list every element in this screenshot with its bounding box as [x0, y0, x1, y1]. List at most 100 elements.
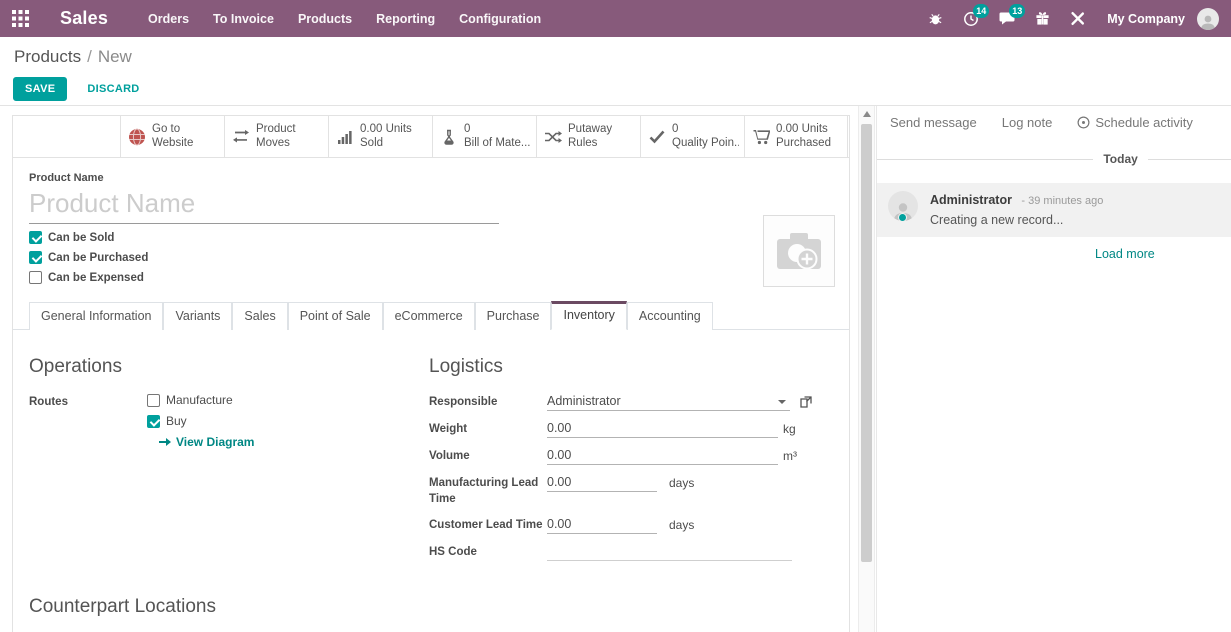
responsible-row: Responsible	[429, 393, 833, 411]
menu-products[interactable]: Products	[286, 0, 364, 37]
send-message-button[interactable]: Send message	[890, 115, 977, 130]
volume-row: Volume m³	[429, 447, 833, 465]
rewards-button[interactable]	[1025, 0, 1060, 37]
scrollbar-up-arrow[interactable]	[863, 111, 871, 117]
debug-button[interactable]	[918, 0, 953, 37]
apps-menu-button[interactable]	[0, 10, 42, 27]
breadcrumb-products-link[interactable]: Products	[14, 47, 81, 66]
control-panel: Products/New SAVE DISCARD	[0, 37, 1231, 106]
units-purchased-button[interactable]: 0.00 UnitsPurchased	[744, 116, 848, 157]
menu-orders[interactable]: Orders	[136, 0, 201, 37]
load-more-link[interactable]: Load more	[1095, 247, 1155, 261]
company-switcher[interactable]: My Company	[1095, 12, 1197, 26]
log-note-button[interactable]: Log note	[1002, 115, 1053, 130]
can-be-expensed-checkbox[interactable]	[29, 271, 42, 284]
messages-button[interactable]: 13	[989, 0, 1025, 37]
inventory-tab-content: Operations Routes Manufacture Buy	[13, 330, 849, 570]
manufacture-checkbox[interactable]	[147, 394, 160, 407]
manufacture-row: Manufacture	[147, 393, 254, 407]
volume-unit: m³	[783, 449, 797, 463]
tab-ecommerce[interactable]: eCommerce	[383, 302, 475, 330]
menu-reporting[interactable]: Reporting	[364, 0, 447, 37]
top-navbar: Sales Orders To Invoice Products Reporti…	[0, 0, 1231, 37]
quality-points-button[interactable]: 0Quality Poin...	[640, 116, 744, 157]
operations-section: Operations Routes Manufacture Buy	[29, 356, 421, 570]
tab-variants[interactable]: Variants	[163, 302, 232, 330]
shuffle-icon	[542, 130, 564, 144]
schedule-activity-button[interactable]: Schedule activity	[1077, 115, 1193, 130]
tab-inventory[interactable]: Inventory	[551, 301, 626, 330]
routes-row: Routes Manufacture Buy	[29, 393, 421, 449]
can-be-sold-checkbox[interactable]	[29, 231, 42, 244]
flask-icon	[438, 129, 460, 145]
product-image-upload[interactable]	[763, 215, 835, 287]
weight-input[interactable]	[547, 420, 778, 438]
logistics-section: Logistics Responsible	[429, 356, 833, 570]
tab-accounting[interactable]: Accounting	[627, 302, 713, 330]
bill-of-materials-button[interactable]: 0Bill of Mate...	[432, 116, 536, 157]
customer-lead-time-label: Customer Lead Time	[429, 516, 547, 534]
discard-button[interactable]: DISCARD	[75, 78, 151, 100]
can-be-sold-row: Can be Sold	[29, 231, 833, 244]
control-panel-buttons: SAVE DISCARD	[13, 77, 152, 101]
tools-button[interactable]	[1060, 0, 1095, 37]
schedule-clock-icon	[1077, 116, 1090, 129]
hs-code-input[interactable]	[547, 543, 792, 561]
putaway-rules-button[interactable]: PutawayRules	[536, 116, 640, 157]
tab-purchase[interactable]: Purchase	[475, 302, 552, 330]
menu-configuration[interactable]: Configuration	[447, 0, 553, 37]
buy-checkbox[interactable]	[147, 415, 160, 428]
stat-button-label: 0Bill of Mate...	[464, 123, 530, 151]
user-menu-avatar[interactable]	[1197, 8, 1219, 30]
bug-icon	[928, 11, 943, 26]
hs-code-label: HS Code	[429, 543, 547, 561]
product-moves-button[interactable]: ProductMoves	[224, 116, 328, 157]
tab-point-of-sale[interactable]: Point of Sale	[288, 302, 383, 330]
form-sheet: Go toWebsite ProductMoves	[12, 115, 850, 632]
counterpart-heading: Counterpart Locations	[29, 596, 833, 618]
online-status-dot	[898, 213, 907, 222]
product-name-input[interactable]	[29, 186, 499, 224]
stat-button-label: ProductMoves	[256, 123, 296, 151]
external-link-icon[interactable]	[800, 396, 812, 408]
units-sold-button[interactable]: 0.00 UnitsSold	[328, 116, 432, 157]
arrow-right-icon	[159, 437, 171, 447]
user-avatar-icon	[1199, 14, 1217, 30]
apps-grid-icon	[12, 10, 29, 27]
chatter-actions: Send message Log note Schedule activity	[877, 106, 1231, 130]
main-menu: Orders To Invoice Products Reporting Con…	[136, 0, 553, 37]
menu-to-invoice[interactable]: To Invoice	[201, 0, 286, 37]
counterpart-locations-section: Counterpart Locations Production Locatio…	[13, 570, 849, 632]
go-to-website-button[interactable]: Go toWebsite	[120, 116, 224, 157]
cart-icon	[750, 129, 772, 145]
responsible-label: Responsible	[429, 393, 547, 411]
customer-lead-time-input[interactable]	[547, 516, 657, 534]
product-header: Product Name Can be Sold Can be Purchase…	[13, 158, 849, 284]
save-button[interactable]: SAVE	[13, 77, 67, 101]
view-diagram-link[interactable]: View Diagram	[159, 435, 254, 449]
stat-button-box: Go toWebsite ProductMoves	[13, 116, 849, 158]
main-content: Go toWebsite ProductMoves	[0, 106, 1231, 632]
volume-input[interactable]	[547, 447, 778, 465]
tab-sales[interactable]: Sales	[232, 302, 287, 330]
message-author[interactable]: Administrator	[930, 193, 1012, 207]
can-be-sold-label: Can be Sold	[48, 232, 114, 244]
mfg-lead-time-row: Manufacturing Lead Time days	[429, 474, 833, 507]
activities-button[interactable]: 14	[953, 0, 989, 37]
tab-general-information[interactable]: General Information	[29, 302, 163, 330]
mfg-lead-time-input[interactable]	[547, 474, 657, 492]
customer-lead-time-row: Customer Lead Time days	[429, 516, 833, 534]
app-name[interactable]: Sales	[60, 8, 108, 29]
can-be-expensed-label: Can be Expensed	[48, 272, 144, 284]
scrollbar-thumb[interactable]	[861, 124, 872, 562]
chatter-panel: Send message Log note Schedule activity …	[876, 106, 1231, 632]
globe-icon	[126, 128, 148, 146]
breadcrumb: Products/New	[14, 47, 132, 67]
responsible-input[interactable]	[547, 393, 790, 411]
mfg-lead-time-unit: days	[669, 476, 694, 490]
routes-group: Manufacture Buy Vi	[147, 393, 254, 449]
dropdown-caret-icon[interactable]	[778, 400, 786, 404]
can-be-purchased-row: Can be Purchased	[29, 251, 833, 264]
breadcrumb-current: New	[98, 47, 132, 66]
can-be-purchased-checkbox[interactable]	[29, 251, 42, 264]
